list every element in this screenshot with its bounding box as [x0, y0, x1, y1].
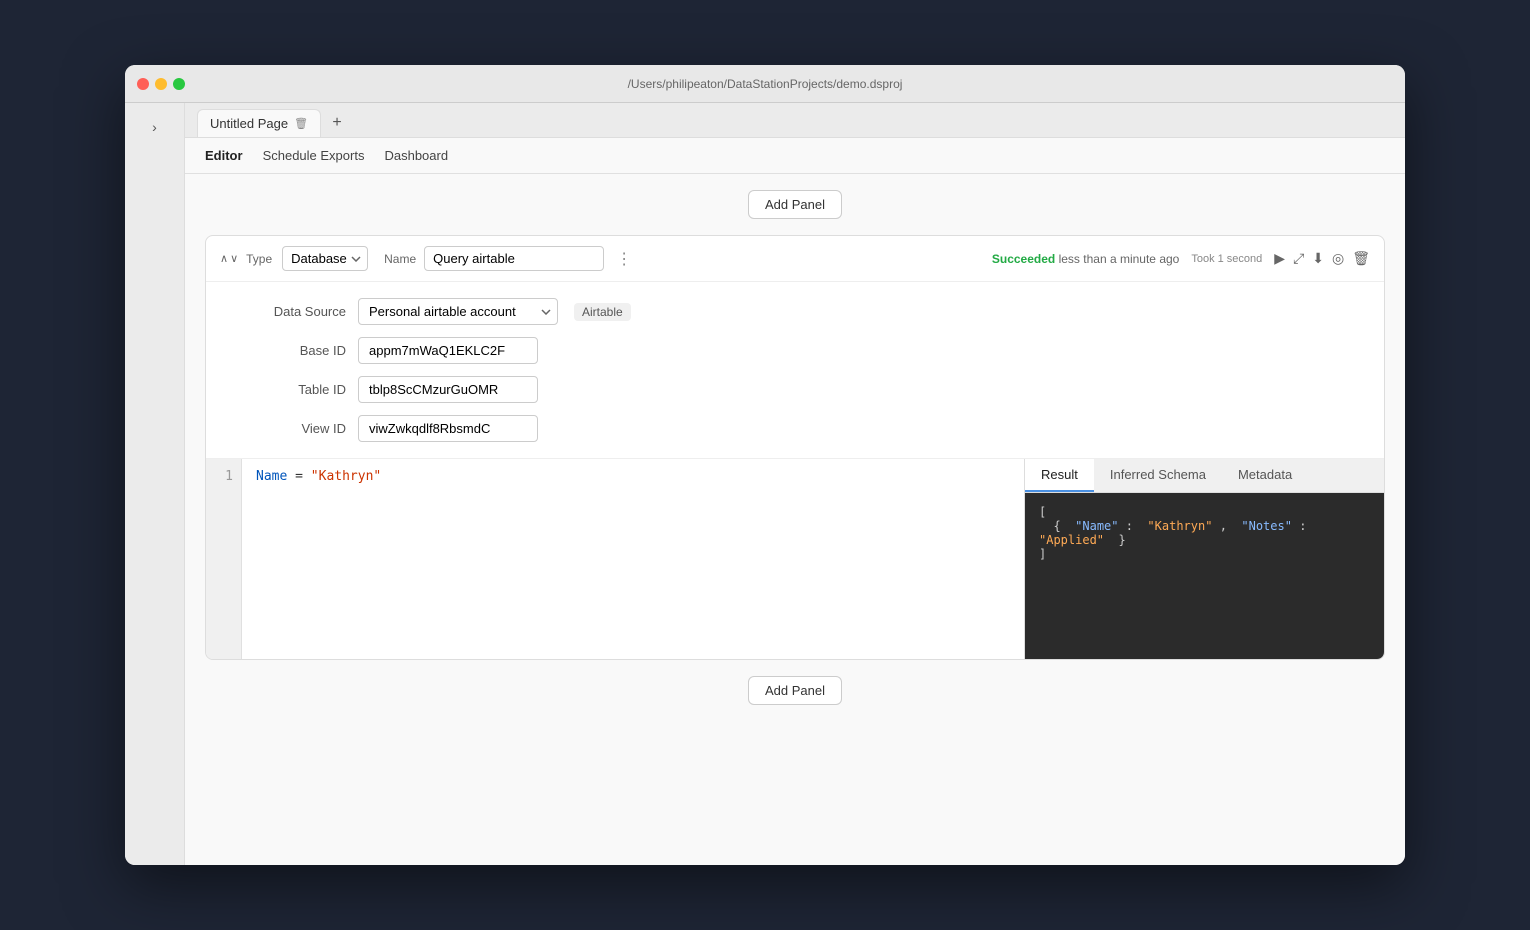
- panel-collapse[interactable]: ∧ ∨: [220, 252, 238, 265]
- code-editor-inner: 1 Name = "Kathryn": [206, 459, 1024, 659]
- page-tab[interactable]: Untitled Page 🗑: [197, 109, 321, 137]
- code-editor-section: 1 Name = "Kathryn": [206, 459, 1024, 659]
- json-line-1: [: [1039, 505, 1370, 519]
- result-tabs: Result Inferred Schema Metadata: [1025, 459, 1384, 493]
- window-title: /Users/philipeaton/DataStationProjects/d…: [628, 77, 903, 91]
- titlebar: /Users/philipeaton/DataStationProjects/d…: [125, 65, 1405, 103]
- add-panel-top-button[interactable]: Add Panel: [748, 190, 842, 219]
- code-area: 1 Name = "Kathryn": [206, 458, 1384, 659]
- nav-editor[interactable]: Editor: [205, 146, 243, 165]
- data-source-select[interactable]: Personal airtable account: [358, 298, 558, 325]
- tab-add-button[interactable]: +: [325, 111, 349, 135]
- delete-icon[interactable]: 🗑: [1352, 250, 1370, 267]
- minimize-button[interactable]: [155, 78, 167, 90]
- nav-dashboard[interactable]: Dashboard: [384, 146, 448, 165]
- panel-status: Succeeded less than a minute ago Took 1 …: [992, 250, 1370, 267]
- status-time: less than a minute ago: [1059, 252, 1180, 266]
- view-id-label: View ID: [226, 421, 346, 436]
- run-icon[interactable]: ▶: [1274, 250, 1285, 267]
- line-number-1: 1: [214, 469, 233, 484]
- app-window: /Users/philipeaton/DataStationProjects/d…: [125, 65, 1405, 865]
- json-close-bracket: ]: [1039, 547, 1046, 561]
- page-tab-name: Untitled Page: [210, 116, 288, 131]
- traffic-lights: [137, 78, 185, 90]
- collapse-up-arrow: ∧: [220, 252, 228, 265]
- code-string: "Kathryn": [311, 469, 381, 484]
- form-section: Data Source Personal airtable account Ai…: [206, 282, 1384, 458]
- view-id-row: View ID: [226, 415, 1364, 442]
- close-button[interactable]: [137, 78, 149, 90]
- status-success: Succeeded: [992, 252, 1055, 266]
- view-id-input[interactable]: [358, 415, 538, 442]
- name-label: Name: [384, 252, 416, 266]
- json-open-bracket: [: [1039, 505, 1046, 519]
- json-notes-key: "Notes": [1241, 519, 1292, 533]
- json-open-brace: {: [1039, 519, 1068, 533]
- datasource-badge: Airtable: [574, 303, 631, 321]
- result-tab-metadata[interactable]: Metadata: [1222, 459, 1308, 492]
- base-id-row: Base ID: [226, 337, 1364, 364]
- page-tab-delete[interactable]: 🗑: [294, 117, 308, 130]
- code-keyword: Name: [256, 469, 287, 484]
- json-close-brace: }: [1111, 533, 1125, 547]
- panel-actions: ▶ ⤢ ⬇ ◎ 🗑: [1274, 250, 1370, 267]
- base-id-label: Base ID: [226, 343, 346, 358]
- base-id-input[interactable]: [358, 337, 538, 364]
- page-area: Untitled Page 🗑 + Editor Schedule Export…: [185, 103, 1405, 865]
- table-id-input[interactable]: [358, 376, 538, 403]
- name-input[interactable]: [424, 246, 604, 271]
- result-content: [ { "Name" : "Kathryn" , "Notes" :: [1025, 493, 1384, 659]
- table-id-label: Table ID: [226, 382, 346, 397]
- result-tab-inferred[interactable]: Inferred Schema: [1094, 459, 1222, 492]
- table-id-row: Table ID: [226, 376, 1364, 403]
- sidebar: ›: [125, 103, 185, 865]
- data-source-row: Data Source Personal airtable account Ai…: [226, 298, 1364, 325]
- json-colon-2: :: [1299, 519, 1313, 533]
- type-select[interactable]: Database: [282, 246, 368, 271]
- code-editor[interactable]: Name = "Kathryn": [242, 459, 1024, 659]
- nav-bar: Editor Schedule Exports Dashboard: [185, 138, 1405, 174]
- main-content: › Untitled Page 🗑 + Editor Schedule Expo…: [125, 103, 1405, 865]
- status-detail: Took 1 second: [1191, 253, 1262, 265]
- expand-icon[interactable]: ⤢: [1293, 250, 1304, 267]
- result-panel: Result Inferred Schema Metadata [ {: [1024, 459, 1384, 659]
- result-tab-result[interactable]: Result: [1025, 459, 1094, 492]
- json-colon-1: :: [1126, 519, 1140, 533]
- sidebar-toggle[interactable]: ›: [141, 113, 169, 141]
- json-comma-1: ,: [1220, 519, 1234, 533]
- type-label: Type: [246, 252, 272, 266]
- json-line-3: ]: [1039, 547, 1370, 561]
- nav-schedule-exports[interactable]: Schedule Exports: [263, 146, 365, 165]
- json-line-2: { "Name" : "Kathryn" , "Notes" : "Applie…: [1039, 519, 1370, 547]
- panel-header: ∧ ∨ Type Database Name ⋮ Succeeded: [206, 236, 1384, 282]
- tabs-bar: Untitled Page 🗑 +: [185, 103, 1405, 138]
- code-equals: =: [295, 469, 311, 484]
- line-numbers: 1: [206, 459, 242, 659]
- editor-area: Add Panel ∧ ∨ Type Database Name: [185, 174, 1405, 865]
- panel: ∧ ∨ Type Database Name ⋮ Succeeded: [205, 235, 1385, 660]
- json-name-key: "Name": [1075, 519, 1118, 533]
- collapse-check-arrow: ∨: [230, 252, 238, 265]
- data-source-label: Data Source: [226, 304, 346, 319]
- json-name-value: "Kathryn": [1147, 519, 1212, 533]
- json-notes-value: "Applied": [1039, 533, 1104, 547]
- visibility-icon[interactable]: ◎: [1332, 250, 1344, 267]
- add-panel-bottom-button[interactable]: Add Panel: [748, 676, 842, 705]
- maximize-button[interactable]: [173, 78, 185, 90]
- download-icon[interactable]: ⬇: [1312, 250, 1324, 267]
- panel-menu-icon[interactable]: ⋮: [616, 249, 632, 269]
